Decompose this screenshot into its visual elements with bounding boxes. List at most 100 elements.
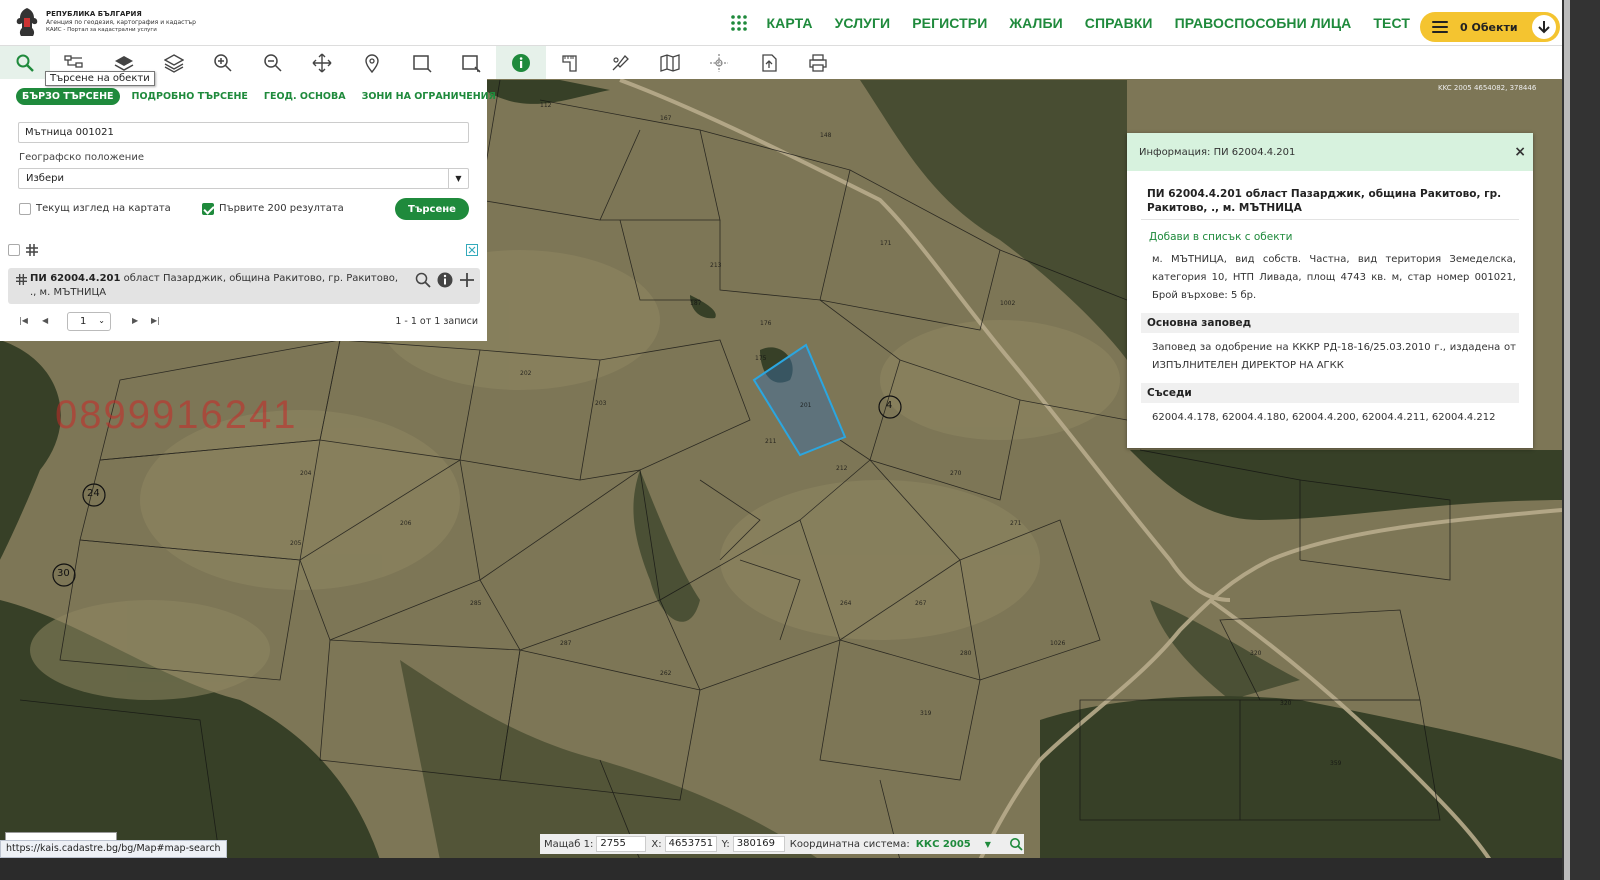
objects-count: 0 Обекти bbox=[1460, 20, 1518, 34]
add-result-icon[interactable] bbox=[458, 271, 476, 289]
next-page-icon[interactable]: ▶ bbox=[132, 316, 138, 325]
crs-dropdown-icon[interactable]: ▼ bbox=[985, 840, 991, 849]
parcel-number-label: 280 bbox=[960, 650, 972, 657]
last-page-icon[interactable]: ▶| bbox=[151, 316, 160, 325]
nav-licensed-persons[interactable]: ПРАВОСПОСОБНИ ЛИЦА bbox=[1175, 15, 1352, 31]
rectangle-select-button[interactable] bbox=[397, 46, 447, 79]
circle-label-24: 24 bbox=[87, 488, 100, 499]
parcel-number-label: 167 bbox=[660, 115, 672, 122]
parcel-number-label: 1002 bbox=[1000, 300, 1016, 307]
chevron-down-icon: ⌄ bbox=[98, 316, 105, 325]
coordinate-status-bar: Мащаб 1: 2755 X: 4653751 Y: 380169 Коорд… bbox=[540, 834, 1024, 854]
layers-tool-button[interactable] bbox=[149, 46, 199, 79]
page-select[interactable]: 1 ⌄ bbox=[67, 312, 111, 331]
geo-location-select[interactable]: Избери ▼ bbox=[18, 168, 469, 189]
rectangle-select-icon bbox=[412, 54, 432, 73]
result-text: ПИ 62004.4.201 област Пазарджик, община … bbox=[30, 272, 400, 300]
search-input[interactable] bbox=[18, 122, 469, 143]
parcel-number-label: 211 bbox=[765, 438, 777, 445]
neighbors-list: 62004.4.178, 62004.4.180, 62004.4.200, 6… bbox=[1152, 412, 1496, 423]
first200-checkbox[interactable] bbox=[202, 203, 214, 215]
coat-of-arms-icon bbox=[16, 8, 38, 36]
scrollbar[interactable] bbox=[1564, 0, 1570, 880]
layers-filled-icon bbox=[114, 55, 134, 71]
info-tool-button[interactable] bbox=[495, 46, 546, 79]
result-info-icon[interactable] bbox=[436, 271, 454, 289]
expand-icon[interactable] bbox=[466, 244, 478, 256]
parcel-number-label: 285 bbox=[470, 600, 482, 607]
parcel-number-label: 319 bbox=[920, 710, 932, 717]
search-tooltip: Търсене на обекти bbox=[45, 71, 155, 86]
current-view-checkbox[interactable] bbox=[19, 203, 31, 215]
pan-button[interactable] bbox=[298, 46, 348, 79]
tab-detailed-search[interactable]: ПОДРОБНО ТЪРСЕНЕ bbox=[132, 91, 248, 102]
search-tool-button[interactable] bbox=[0, 46, 50, 79]
x-value[interactable]: 4653751 bbox=[664, 836, 717, 852]
crs-label: Координатна система: bbox=[789, 838, 910, 850]
zoom-out-button[interactable] bbox=[248, 46, 298, 79]
bottom-strip bbox=[0, 858, 1600, 880]
grid-icon[interactable] bbox=[26, 244, 38, 256]
scale-bar bbox=[5, 832, 117, 840]
zoom-to-result-icon[interactable] bbox=[414, 271, 432, 289]
crs-value[interactable]: ККС 2005 bbox=[916, 839, 971, 850]
nav-test[interactable]: ТЕСТ bbox=[1373, 15, 1410, 31]
parcel-number-label: 320 bbox=[1280, 700, 1292, 707]
parcel-number-label: 175 bbox=[755, 355, 767, 362]
coordinates-button[interactable] bbox=[694, 46, 744, 79]
parcel-number-label: 187 bbox=[690, 300, 702, 307]
nav-registers[interactable]: РЕГИСТРИ bbox=[912, 15, 987, 31]
nav-map[interactable]: КАРТА bbox=[766, 15, 812, 31]
logo-line2: Агенция по геодезия, картография и кадас… bbox=[46, 19, 196, 26]
first200-label: Първите 200 резултата bbox=[219, 203, 344, 214]
tree-icon bbox=[64, 54, 84, 68]
add-to-list-link[interactable]: Добави в списък с обекти bbox=[1149, 231, 1293, 243]
apps-grid-icon[interactable] bbox=[730, 14, 748, 32]
parcel-number-label: 320 bbox=[1250, 650, 1262, 657]
parcel-number-label: 203 bbox=[595, 400, 607, 407]
search-button[interactable]: Търсене bbox=[395, 198, 469, 220]
info-header: Информация: ПИ 62004.4.201 × bbox=[1127, 133, 1533, 171]
zoom-in-button[interactable] bbox=[198, 46, 248, 79]
map-button[interactable] bbox=[645, 46, 695, 79]
search-icon bbox=[16, 54, 34, 72]
result-id: ПИ 62004.4.201 bbox=[30, 273, 121, 284]
tab-restriction-zones[interactable]: ЗОНИ НА ОГРАНИЧЕНИЯ bbox=[362, 91, 496, 102]
parcel-number-label: 202 bbox=[520, 370, 532, 377]
location-button[interactable] bbox=[347, 46, 397, 79]
prev-page-icon[interactable]: ◀ bbox=[42, 316, 48, 325]
layers-icon bbox=[163, 53, 184, 73]
parcel-number-label: 287 bbox=[560, 640, 572, 647]
parcel-number-label: 204 bbox=[300, 470, 312, 477]
search-icon[interactable] bbox=[1009, 837, 1023, 851]
first-page-icon[interactable]: |◀ bbox=[19, 316, 28, 325]
circle-label-4: 4 bbox=[886, 400, 893, 411]
export-button[interactable] bbox=[744, 46, 794, 79]
close-icon[interactable]: × bbox=[1514, 144, 1526, 160]
scale-value[interactable]: 2755 bbox=[596, 836, 647, 852]
map-corner-coords: KKC 2005 4654082, 378446 bbox=[1438, 84, 1537, 92]
select-all-checkbox[interactable] bbox=[8, 244, 20, 256]
nav-complaints[interactable]: ЖАЛБИ bbox=[1009, 15, 1062, 31]
nav-references[interactable]: СПРАВКИ bbox=[1085, 15, 1153, 31]
parcel-number-label: 201 bbox=[800, 402, 812, 409]
result-row[interactable]: ПИ 62004.4.201 област Пазарджик, община … bbox=[8, 268, 480, 304]
objects-basket-button[interactable]: 0 Обекти bbox=[1420, 12, 1560, 42]
nav-services[interactable]: УСЛУГИ bbox=[835, 15, 891, 31]
y-value[interactable]: 380169 bbox=[732, 836, 785, 852]
export-icon bbox=[762, 53, 777, 72]
agency-logo[interactable]: РЕПУБЛИКА БЪЛГАРИЯ Агенция по геодезия, … bbox=[14, 6, 196, 40]
parcel-number-label: 1026 bbox=[1050, 640, 1066, 647]
print-button[interactable] bbox=[794, 46, 844, 79]
search-panel: БЪРЗО ТЪРСЕНЕ ПОДРОБНО ТЪРСЕНЕ ГЕОД. ОСН… bbox=[0, 79, 496, 341]
polygon-select-button[interactable] bbox=[446, 46, 496, 79]
parcel-number-label: 264 bbox=[840, 600, 852, 607]
measure-button[interactable] bbox=[546, 46, 596, 79]
parcel-number-label: 206 bbox=[400, 520, 412, 527]
dropdown-arrow-icon: ▼ bbox=[448, 169, 468, 188]
tab-quick-search[interactable]: БЪРЗО ТЪРСЕНЕ bbox=[16, 88, 120, 105]
tab-geodetic-base[interactable]: ГЕОД. ОСНОВА bbox=[264, 91, 346, 102]
geo-location-label: Географско положение bbox=[19, 152, 144, 163]
info-title: ПИ 62004.4.201 област Пазарджик, община … bbox=[1147, 188, 1502, 214]
draw-button[interactable] bbox=[595, 46, 645, 79]
